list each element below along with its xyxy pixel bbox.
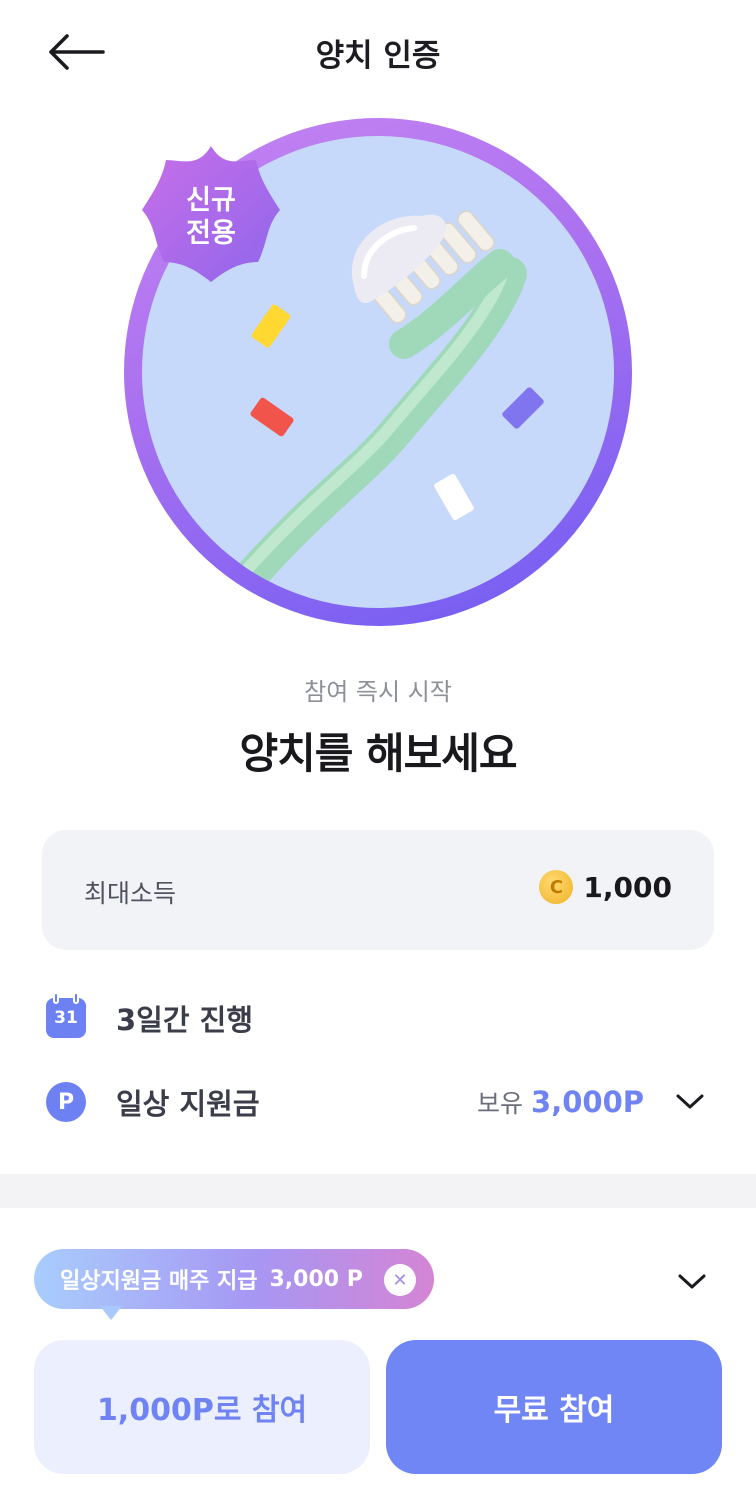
page-title: 양치 인증 [315,38,441,74]
join-free-button[interactable]: 무료 참여 [386,1340,722,1474]
badge-line-1: 신규 [186,185,236,216]
max-income-card: 최대소득 C 1,000 [42,830,714,950]
close-icon[interactable]: ✕ [384,1264,416,1296]
badge-line-2: 전용 [186,218,236,249]
section-divider [0,1174,756,1208]
chevron-down-icon [678,1274,706,1289]
max-income-value-group: C 1,000 [539,870,672,904]
support-row[interactable]: P 일상 지원금 보유 3,000P [46,1078,714,1126]
expand-panel-button[interactable] [668,1262,716,1302]
tooltip-text: 일상지원금 매주 지급 [60,1269,258,1294]
duration-label: 3일간 진행 [116,1003,253,1037]
hero-illustration: 신규 전용 [124,118,632,626]
weekly-support-tooltip: 일상지원금 매주 지급 3,000 P ✕ [34,1249,434,1309]
join-with-points-button[interactable]: 1,000P로 참여 [34,1340,370,1474]
calendar-day: 31 [54,1008,78,1028]
duration-row: 31 3일간 진행 [46,992,714,1042]
expand-support-button[interactable] [666,1082,714,1122]
challenge-title: 양치를 해보세요 [239,729,517,778]
challenge-subtitle: 참여 즉시 시작 [304,678,452,706]
hold-value: 3,000P [531,1085,644,1119]
hold-label: 보유 [477,1089,524,1118]
support-label: 일상 지원금 [116,1087,260,1121]
max-income-value: 1,000 [583,870,672,904]
coin-icon: C [539,870,574,904]
header: 양치 인증 [0,0,756,104]
calendar-icon: 31 [46,992,86,1038]
chevron-down-icon [676,1094,704,1109]
support-balance: 보유 3,000P [477,1082,714,1122]
tooltip-tail [100,1306,122,1320]
point-icon: P [46,1082,86,1122]
tooltip-amount: 3,000 P [269,1266,363,1292]
new-user-badge: 신규 전용 [136,138,286,288]
max-income-label: 최대소득 [84,879,177,908]
